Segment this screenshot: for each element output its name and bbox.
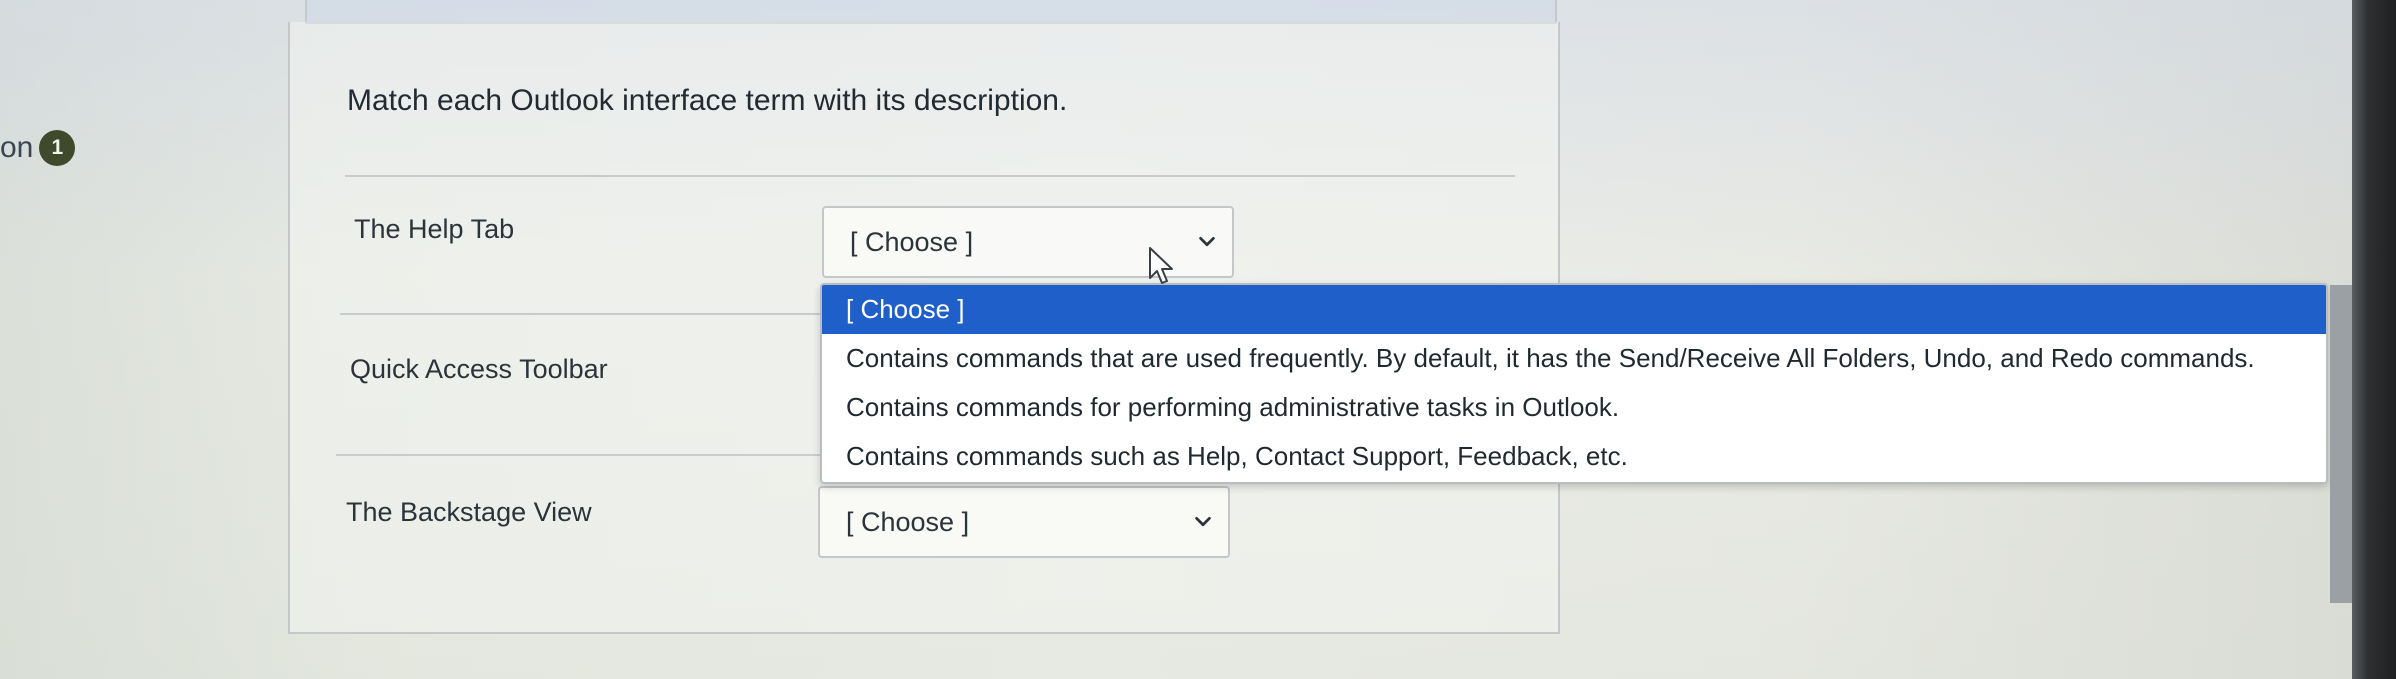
scrollbar[interactable] xyxy=(2330,285,2352,603)
divider xyxy=(336,454,826,456)
term-backstage-view: The Backstage View xyxy=(346,497,592,527)
dropdown-option[interactable]: Contains commands for performing adminis… xyxy=(822,383,2326,432)
screen-bezel xyxy=(2352,0,2396,679)
chevron-down-icon xyxy=(1199,236,1215,247)
top-frame xyxy=(305,0,1557,24)
answer-select-backstage-view[interactable]: [ Choose ] xyxy=(818,486,1230,558)
question-number-badge: 1 xyxy=(39,130,76,166)
select-value: [ Choose ] xyxy=(850,226,974,257)
dropdown-option[interactable]: Contains commands such as Help, Contact … xyxy=(822,432,2326,481)
term-quick-access-toolbar: Quick Access Toolbar xyxy=(350,354,608,384)
divider xyxy=(340,313,820,315)
dropdown-option-choose[interactable]: [ Choose ] xyxy=(822,285,2326,334)
mouse-pointer-icon xyxy=(1149,247,1173,284)
term-help-tab: The Help Tab xyxy=(354,214,515,244)
question-label: on 1 xyxy=(0,128,76,168)
answer-dropdown-list[interactable]: [ Choose ] Contains commands that are us… xyxy=(820,283,2328,484)
divider xyxy=(345,175,1515,177)
select-value: [ Choose ] xyxy=(846,506,970,537)
question-label-text: on xyxy=(0,131,34,164)
dropdown-option[interactable]: Contains commands that are used frequent… xyxy=(822,334,2326,383)
question-prompt: Match each Outlook interface term with i… xyxy=(347,84,1068,117)
chevron-down-icon xyxy=(1195,516,1211,527)
